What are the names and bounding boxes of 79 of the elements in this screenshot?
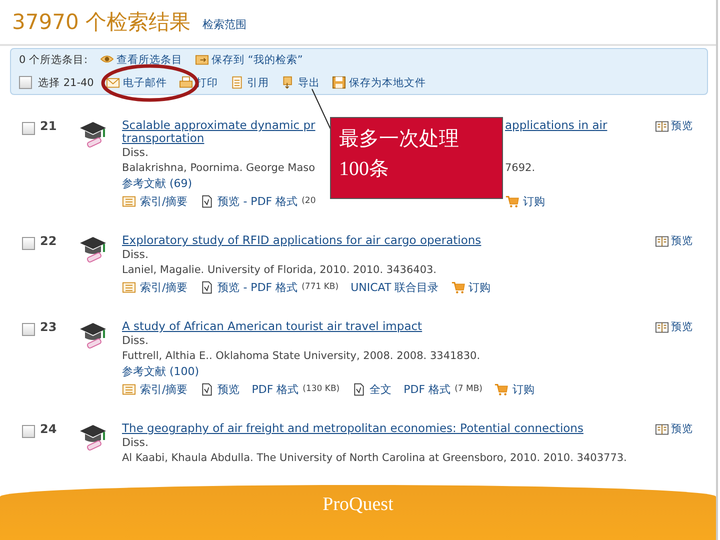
cart-icon — [494, 383, 508, 396]
citation-text: Laniel, Magalie. University of Florida, 2010. 2010. 3436403. — [122, 264, 437, 277]
checkbox[interactable] — [22, 323, 35, 336]
result-number: 21 — [40, 119, 58, 133]
record-link[interactable]: 预览 - PDF 格式 (20 — [200, 195, 316, 208]
proquest-logo: ProQuest — [322, 494, 394, 517]
document-icon — [200, 383, 214, 396]
results-count-title: 37970 个检索结果 — [12, 9, 190, 36]
search-scope-link[interactable]: 检索范围 — [202, 17, 246, 36]
book-icon — [655, 320, 669, 334]
record-link[interactable]: 预览 - PDF 格式 (771 KB) — [200, 281, 339, 294]
toolbar-action[interactable]: 引用 — [230, 76, 269, 90]
result-title-link[interactable]: Scalable approximate dynamic pr — [122, 119, 316, 132]
toolbar-action[interactable]: 导出 — [280, 76, 320, 90]
preview-link[interactable]: 预览 — [655, 234, 716, 248]
record-link[interactable]: PDF 格式 (7 MB) — [404, 383, 482, 396]
page-lines-icon — [122, 383, 136, 396]
page-lines-icon — [122, 281, 136, 294]
document-icon — [230, 76, 244, 89]
result-title-link[interactable]: applications in air — [505, 119, 608, 132]
graduation-cap-icon — [78, 234, 108, 264]
references-link[interactable]: 参考文献 (100) — [122, 365, 200, 378]
record-link[interactable]: 索引/摘要 — [122, 281, 188, 294]
envelope-icon — [106, 76, 120, 89]
book-icon — [655, 120, 669, 132]
result-title-link[interactable]: A study of African American tourist air travel impact — [122, 320, 422, 333]
record-link[interactable]: 索引/摘要 — [122, 383, 188, 396]
graduation-cap-icon — [78, 422, 108, 452]
document-type: Diss. — [122, 248, 148, 261]
result-number: 22 — [40, 234, 58, 248]
graduation-cap-icon — [78, 320, 108, 350]
citation-text: Futtrell, Althia E.. Oklahoma State University, 2008. 2008. 3341830. — [122, 350, 480, 363]
document-icon — [352, 383, 366, 396]
result-number: 23 — [40, 320, 58, 334]
graduation-cap-icon — [78, 119, 108, 149]
select-range-label: 选择 21-40 — [38, 76, 94, 90]
citation-text: Balakrishna, Poornima. George Maso — [122, 162, 316, 175]
selected-count-label: 0 个所选条目: — [19, 52, 88, 66]
toolbar-action[interactable]: 电子邮件 — [106, 76, 167, 90]
page-lines-icon — [122, 195, 136, 208]
preview-link[interactable]: 预览 — [655, 119, 716, 133]
document-icon — [200, 195, 214, 208]
printer-icon — [178, 76, 193, 89]
record-link[interactable]: 预览 — [200, 383, 240, 396]
folder-icon — [194, 53, 209, 66]
references-link[interactable]: 参考文献 (69) — [122, 177, 192, 190]
document-icon — [200, 281, 214, 294]
record-link[interactable]: 索引/摘要 — [122, 195, 188, 208]
citation-text: Al Kaabi, Khaula Abdulla. The University of North Carolina at Greensboro, 2010. 2010. 3403773. — [122, 452, 627, 465]
record-link[interactable]: 全文 — [352, 383, 392, 396]
checkbox[interactable] — [22, 237, 35, 250]
cart-icon — [450, 281, 465, 294]
result-number: 24 — [40, 422, 58, 436]
result-title-link[interactable]: Exploratory study of RFID applications for air cargo operations — [122, 234, 482, 247]
record-link[interactable]: 订购 — [505, 195, 545, 208]
floppy-icon — [332, 76, 346, 89]
book-icon — [655, 234, 669, 248]
cart-icon — [505, 195, 519, 208]
checkbox[interactable] — [22, 122, 35, 135]
callout-text: 最多一次处理 100条 — [339, 127, 460, 182]
toolbar-action[interactable]: 查看所选条目 — [100, 52, 183, 66]
result-title-link[interactable]: transportation — [122, 132, 204, 145]
document-type: Diss. — [122, 334, 148, 347]
export-icon — [280, 76, 295, 89]
record-link[interactable]: UNICAT 联合目录 — [350, 281, 439, 294]
document-type: Diss. — [122, 146, 148, 159]
record-link[interactable]: 订购 — [450, 281, 491, 294]
preview-link[interactable]: 预览 — [655, 422, 716, 436]
record-link[interactable]: 订购 — [494, 383, 534, 396]
preview-link[interactable]: 预览 — [655, 320, 716, 334]
record-link[interactable]: PDF 格式 (130 KB) — [252, 383, 340, 396]
toolbar-action[interactable]: 保存为本地文件 — [332, 76, 426, 90]
checkbox[interactable] — [19, 76, 32, 89]
toolbar-action[interactable]: 保存到 “我的检索” — [194, 52, 303, 66]
result-title-link[interactable]: The geography of air freight and metropolitan economies: Potential connections — [122, 422, 584, 435]
checkbox[interactable] — [22, 425, 35, 438]
document-type: Diss. — [122, 436, 148, 449]
book-icon — [655, 422, 669, 436]
citation-text: 7692. — [505, 162, 536, 175]
